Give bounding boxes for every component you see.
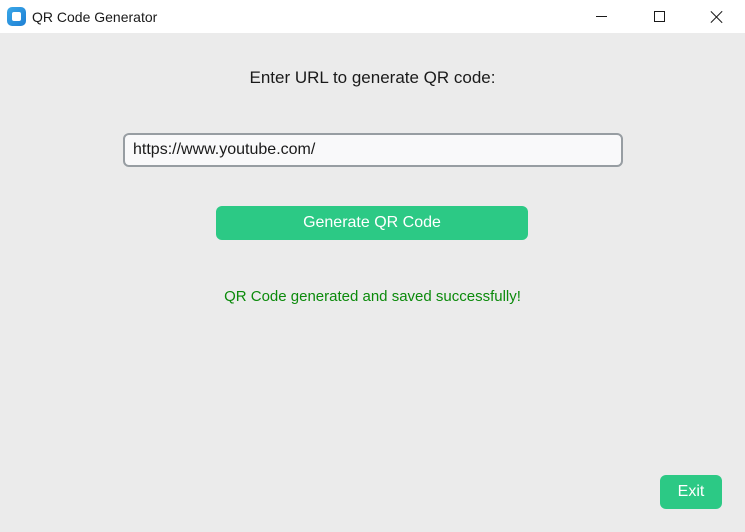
url-prompt-label: Enter URL to generate QR code: [249, 68, 496, 87]
generate-qr-code-button[interactable]: Generate QR Code [216, 206, 528, 240]
app-window-icon [7, 7, 26, 26]
app-window: QR Code Generator Enter URL to generate … [0, 0, 745, 532]
maximize-button[interactable] [630, 0, 688, 33]
exit-button[interactable]: Exit [660, 475, 722, 509]
status-message: QR Code generated and saved successfully… [224, 288, 521, 305]
url-input[interactable] [123, 133, 623, 167]
close-icon [710, 10, 724, 24]
title-bar: QR Code Generator [0, 0, 745, 33]
minimize-button[interactable] [572, 0, 630, 33]
maximize-icon [653, 11, 665, 22]
close-button[interactable] [688, 0, 745, 33]
window-title: QR Code Generator [32, 9, 158, 25]
minimize-icon [595, 16, 607, 17]
